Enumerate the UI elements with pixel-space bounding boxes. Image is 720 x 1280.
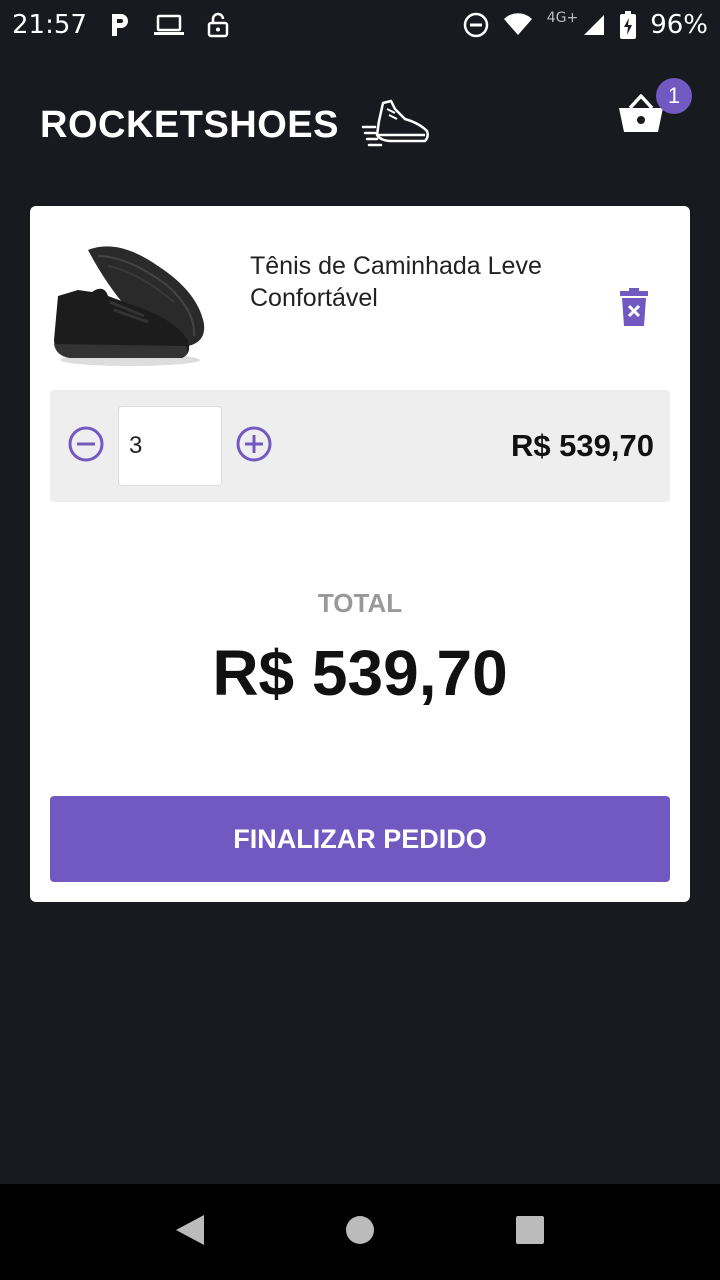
- quantity-row: 3 R$ 539,70: [50, 390, 670, 502]
- sneaker-image: [48, 236, 208, 376]
- checkout-button[interactable]: FINALIZAR PEDIDO: [50, 796, 670, 882]
- total-value: R$ 539,70: [212, 637, 508, 709]
- status-bar: 21:57 4G+ 96%: [0, 0, 720, 50]
- item-subtotal: R$ 539,70: [510, 428, 654, 463]
- home-icon: [345, 1215, 375, 1250]
- navigation-bar: [0, 1184, 720, 1280]
- recents-button[interactable]: [510, 1212, 550, 1252]
- total-label: TOTAL: [317, 588, 403, 618]
- wifi-icon: [503, 13, 533, 37]
- minus-circle-icon: [68, 426, 104, 467]
- header: ROCKETSHOES 1: [40, 78, 700, 170]
- product-title: Tênis de Caminhada Leve Confortável: [250, 252, 542, 312]
- battery-percent: 96%: [650, 10, 708, 40]
- do-not-disturb-icon: [463, 12, 489, 38]
- decrease-quantity-button[interactable]: [66, 426, 106, 466]
- parking-icon: [109, 12, 131, 38]
- laptop-icon: [153, 13, 185, 37]
- quantity-input[interactable]: 3: [118, 406, 222, 486]
- screen: 21:57 4G+ 96% ROCKETSHOES 1 Tênis de Cam…: [0, 0, 720, 1280]
- signal-icon: [582, 13, 606, 37]
- brand-title[interactable]: ROCKETSHOES: [40, 104, 339, 147]
- network-type: 4G+: [546, 10, 579, 26]
- trash-icon: [620, 287, 648, 329]
- battery-icon: [620, 11, 637, 39]
- lock-open-icon: [207, 12, 229, 38]
- status-time: 21:57: [12, 10, 87, 40]
- cart-count-badge: 1: [656, 78, 692, 114]
- back-button[interactable]: [170, 1212, 210, 1252]
- recents-icon: [515, 1215, 545, 1250]
- running-shoe-icon: [361, 97, 431, 153]
- plus-circle-icon: [236, 426, 272, 467]
- cart-button[interactable]: 1: [618, 78, 692, 144]
- cart-card: Tênis de Caminhada Leve Confortável 3 R$…: [30, 206, 690, 902]
- increase-quantity-button[interactable]: [234, 426, 274, 466]
- home-button[interactable]: [340, 1212, 380, 1252]
- delete-item-button[interactable]: [618, 287, 650, 329]
- back-icon: [174, 1213, 206, 1252]
